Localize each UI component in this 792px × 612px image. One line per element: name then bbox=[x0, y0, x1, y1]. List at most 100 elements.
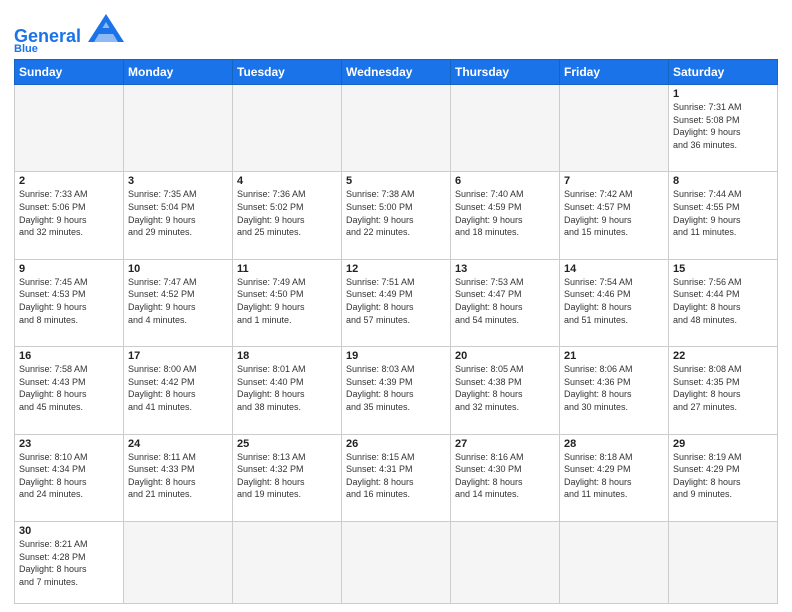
day-info: Sunrise: 8:10 AM Sunset: 4:34 PM Dayligh… bbox=[19, 451, 119, 501]
day-number: 24 bbox=[128, 438, 228, 450]
day-number: 30 bbox=[19, 525, 119, 537]
day-info: Sunrise: 8:03 AM Sunset: 4:39 PM Dayligh… bbox=[346, 363, 446, 413]
calendar-cell bbox=[124, 521, 233, 603]
day-number: 16 bbox=[19, 350, 119, 362]
day-number: 26 bbox=[346, 438, 446, 450]
day-info: Sunrise: 7:56 AM Sunset: 4:44 PM Dayligh… bbox=[673, 276, 773, 326]
header: General Blue bbox=[14, 10, 778, 55]
logo: General Blue bbox=[14, 14, 124, 55]
calendar-cell bbox=[560, 85, 669, 172]
calendar-cell bbox=[342, 521, 451, 603]
day-info: Sunrise: 8:00 AM Sunset: 4:42 PM Dayligh… bbox=[128, 363, 228, 413]
calendar-cell bbox=[124, 85, 233, 172]
day-info: Sunrise: 7:31 AM Sunset: 5:08 PM Dayligh… bbox=[673, 101, 773, 151]
day-info: Sunrise: 8:21 AM Sunset: 4:28 PM Dayligh… bbox=[19, 538, 119, 588]
day-number: 27 bbox=[455, 438, 555, 450]
day-info: Sunrise: 7:45 AM Sunset: 4:53 PM Dayligh… bbox=[19, 276, 119, 326]
day-info: Sunrise: 7:42 AM Sunset: 4:57 PM Dayligh… bbox=[564, 188, 664, 238]
day-number: 3 bbox=[128, 175, 228, 187]
calendar-cell: 6Sunrise: 7:40 AM Sunset: 4:59 PM Daylig… bbox=[451, 172, 560, 259]
day-number: 1 bbox=[673, 88, 773, 100]
day-number: 12 bbox=[346, 263, 446, 275]
day-info: Sunrise: 8:18 AM Sunset: 4:29 PM Dayligh… bbox=[564, 451, 664, 501]
day-info: Sunrise: 7:35 AM Sunset: 5:04 PM Dayligh… bbox=[128, 188, 228, 238]
calendar-cell: 25Sunrise: 8:13 AM Sunset: 4:32 PM Dayli… bbox=[233, 434, 342, 521]
calendar-cell: 17Sunrise: 8:00 AM Sunset: 4:42 PM Dayli… bbox=[124, 347, 233, 434]
col-saturday: Saturday bbox=[669, 60, 778, 85]
day-info: Sunrise: 7:51 AM Sunset: 4:49 PM Dayligh… bbox=[346, 276, 446, 326]
calendar-cell bbox=[560, 521, 669, 603]
col-friday: Friday bbox=[560, 60, 669, 85]
col-monday: Monday bbox=[124, 60, 233, 85]
calendar-cell: 13Sunrise: 7:53 AM Sunset: 4:47 PM Dayli… bbox=[451, 259, 560, 346]
calendar-cell: 27Sunrise: 8:16 AM Sunset: 4:30 PM Dayli… bbox=[451, 434, 560, 521]
day-info: Sunrise: 8:16 AM Sunset: 4:30 PM Dayligh… bbox=[455, 451, 555, 501]
calendar-cell: 29Sunrise: 8:19 AM Sunset: 4:29 PM Dayli… bbox=[669, 434, 778, 521]
day-info: Sunrise: 8:11 AM Sunset: 4:33 PM Dayligh… bbox=[128, 451, 228, 501]
day-number: 18 bbox=[237, 350, 337, 362]
day-info: Sunrise: 8:05 AM Sunset: 4:38 PM Dayligh… bbox=[455, 363, 555, 413]
day-number: 6 bbox=[455, 175, 555, 187]
calendar-cell: 10Sunrise: 7:47 AM Sunset: 4:52 PM Dayli… bbox=[124, 259, 233, 346]
calendar-cell: 5Sunrise: 7:38 AM Sunset: 5:00 PM Daylig… bbox=[342, 172, 451, 259]
day-number: 7 bbox=[564, 175, 664, 187]
calendar-cell: 22Sunrise: 8:08 AM Sunset: 4:35 PM Dayli… bbox=[669, 347, 778, 434]
day-number: 20 bbox=[455, 350, 555, 362]
calendar-cell: 26Sunrise: 8:15 AM Sunset: 4:31 PM Dayli… bbox=[342, 434, 451, 521]
calendar-cell: 18Sunrise: 8:01 AM Sunset: 4:40 PM Dayli… bbox=[233, 347, 342, 434]
day-info: Sunrise: 7:33 AM Sunset: 5:06 PM Dayligh… bbox=[19, 188, 119, 238]
day-info: Sunrise: 8:06 AM Sunset: 4:36 PM Dayligh… bbox=[564, 363, 664, 413]
day-info: Sunrise: 8:08 AM Sunset: 4:35 PM Dayligh… bbox=[673, 363, 773, 413]
calendar-cell: 7Sunrise: 7:42 AM Sunset: 4:57 PM Daylig… bbox=[560, 172, 669, 259]
page: General Blue Sunday Monday Tuesday Wedne… bbox=[0, 0, 792, 612]
col-thursday: Thursday bbox=[451, 60, 560, 85]
calendar-cell: 21Sunrise: 8:06 AM Sunset: 4:36 PM Dayli… bbox=[560, 347, 669, 434]
calendar-cell: 24Sunrise: 8:11 AM Sunset: 4:33 PM Dayli… bbox=[124, 434, 233, 521]
day-info: Sunrise: 7:53 AM Sunset: 4:47 PM Dayligh… bbox=[455, 276, 555, 326]
calendar-cell bbox=[451, 521, 560, 603]
calendar-cell: 11Sunrise: 7:49 AM Sunset: 4:50 PM Dayli… bbox=[233, 259, 342, 346]
day-info: Sunrise: 7:38 AM Sunset: 5:00 PM Dayligh… bbox=[346, 188, 446, 238]
day-info: Sunrise: 7:44 AM Sunset: 4:55 PM Dayligh… bbox=[673, 188, 773, 238]
day-number: 19 bbox=[346, 350, 446, 362]
day-number: 21 bbox=[564, 350, 664, 362]
calendar-cell: 23Sunrise: 8:10 AM Sunset: 4:34 PM Dayli… bbox=[15, 434, 124, 521]
day-number: 9 bbox=[19, 263, 119, 275]
day-number: 17 bbox=[128, 350, 228, 362]
calendar-cell: 20Sunrise: 8:05 AM Sunset: 4:38 PM Dayli… bbox=[451, 347, 560, 434]
day-number: 4 bbox=[237, 175, 337, 187]
calendar-table: Sunday Monday Tuesday Wednesday Thursday… bbox=[14, 59, 778, 604]
calendar-cell bbox=[451, 85, 560, 172]
day-info: Sunrise: 8:01 AM Sunset: 4:40 PM Dayligh… bbox=[237, 363, 337, 413]
day-info: Sunrise: 8:13 AM Sunset: 4:32 PM Dayligh… bbox=[237, 451, 337, 501]
calendar-cell: 30Sunrise: 8:21 AM Sunset: 4:28 PM Dayli… bbox=[15, 521, 124, 603]
calendar-cell: 14Sunrise: 7:54 AM Sunset: 4:46 PM Dayli… bbox=[560, 259, 669, 346]
day-number: 10 bbox=[128, 263, 228, 275]
calendar-cell bbox=[669, 521, 778, 603]
logo-icon bbox=[88, 14, 124, 42]
day-info: Sunrise: 7:36 AM Sunset: 5:02 PM Dayligh… bbox=[237, 188, 337, 238]
day-number: 25 bbox=[237, 438, 337, 450]
col-sunday: Sunday bbox=[15, 60, 124, 85]
day-number: 2 bbox=[19, 175, 119, 187]
calendar-cell: 3Sunrise: 7:35 AM Sunset: 5:04 PM Daylig… bbox=[124, 172, 233, 259]
calendar-cell: 19Sunrise: 8:03 AM Sunset: 4:39 PM Dayli… bbox=[342, 347, 451, 434]
day-number: 15 bbox=[673, 263, 773, 275]
calendar-cell bbox=[15, 85, 124, 172]
day-number: 13 bbox=[455, 263, 555, 275]
calendar-cell: 28Sunrise: 8:18 AM Sunset: 4:29 PM Dayli… bbox=[560, 434, 669, 521]
calendar-cell: 9Sunrise: 7:45 AM Sunset: 4:53 PM Daylig… bbox=[15, 259, 124, 346]
col-tuesday: Tuesday bbox=[233, 60, 342, 85]
calendar-cell bbox=[233, 85, 342, 172]
day-number: 14 bbox=[564, 263, 664, 275]
calendar-header-row: Sunday Monday Tuesday Wednesday Thursday… bbox=[15, 60, 778, 85]
calendar-cell: 4Sunrise: 7:36 AM Sunset: 5:02 PM Daylig… bbox=[233, 172, 342, 259]
day-number: 5 bbox=[346, 175, 446, 187]
calendar-cell: 16Sunrise: 7:58 AM Sunset: 4:43 PM Dayli… bbox=[15, 347, 124, 434]
calendar-cell: 12Sunrise: 7:51 AM Sunset: 4:49 PM Dayli… bbox=[342, 259, 451, 346]
calendar-cell: 2Sunrise: 7:33 AM Sunset: 5:06 PM Daylig… bbox=[15, 172, 124, 259]
calendar-cell: 15Sunrise: 7:56 AM Sunset: 4:44 PM Dayli… bbox=[669, 259, 778, 346]
calendar-cell: 1Sunrise: 7:31 AM Sunset: 5:08 PM Daylig… bbox=[669, 85, 778, 172]
calendar-cell: 8Sunrise: 7:44 AM Sunset: 4:55 PM Daylig… bbox=[669, 172, 778, 259]
day-number: 23 bbox=[19, 438, 119, 450]
